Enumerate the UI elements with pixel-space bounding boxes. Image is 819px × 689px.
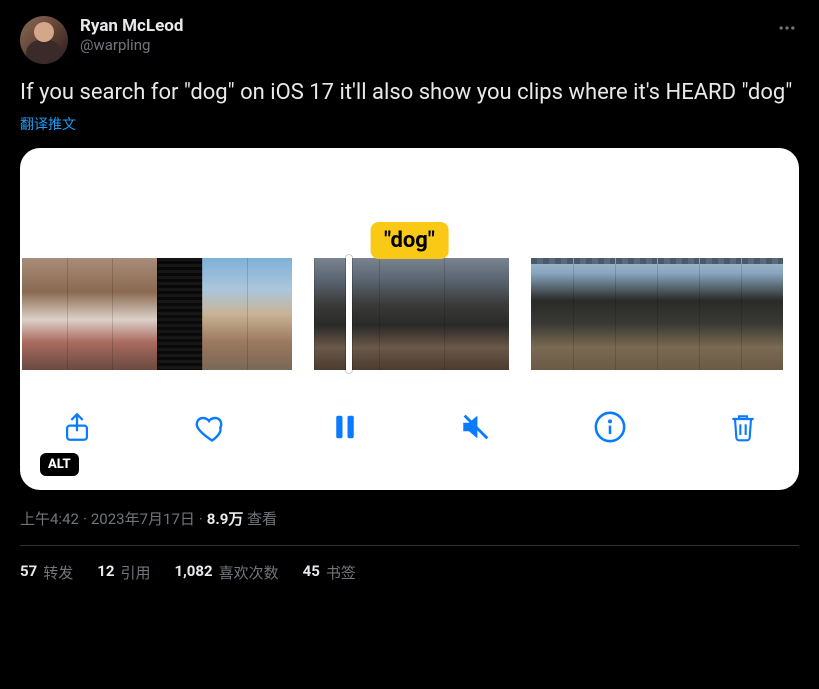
- share-icon[interactable]: [60, 410, 94, 444]
- thumbnail-frame: [741, 258, 783, 370]
- info-icon[interactable]: [593, 410, 627, 444]
- views-count[interactable]: 8.9万: [207, 510, 244, 528]
- views-label: 查看: [247, 510, 277, 528]
- clip-group-1: [22, 258, 292, 370]
- thumbnail-frame: [67, 258, 112, 370]
- bookmarks-count: 45: [303, 562, 320, 583]
- retweets-label: 转发: [43, 562, 73, 583]
- display-name: Ryan McLeod: [80, 16, 183, 36]
- thumbnail-frame: [531, 258, 573, 370]
- thumbnail-frame: [444, 258, 509, 370]
- retweets-count: 57: [20, 562, 37, 583]
- trash-icon[interactable]: [727, 411, 759, 443]
- clip-group-2: [314, 258, 509, 370]
- likes-stat[interactable]: 1,082 喜欢次数: [174, 562, 278, 583]
- tweet-header: Ryan McLeod @warpling: [20, 16, 799, 64]
- quotes-stat[interactable]: 12 引用: [97, 562, 150, 583]
- bookmarks-label: 书签: [326, 562, 356, 583]
- media-top-padding: [20, 148, 799, 222]
- alt-badge[interactable]: ALT: [40, 453, 79, 476]
- bookmarks-stat[interactable]: 45 书签: [303, 562, 356, 583]
- clip-group-3: [531, 258, 783, 370]
- mute-icon[interactable]: [459, 410, 493, 444]
- thumbnail-frame: [699, 258, 741, 370]
- media-attachment[interactable]: "dog": [20, 148, 799, 490]
- quotes-label: 引用: [120, 562, 150, 583]
- more-icon[interactable]: [777, 18, 797, 42]
- search-term-chip: "dog": [370, 222, 449, 259]
- quotes-count: 12: [97, 562, 114, 583]
- tweet-date[interactable]: 2023年7月17日: [91, 510, 195, 528]
- thumbnail-frame: [202, 258, 247, 370]
- likes-label: 喜欢次数: [219, 562, 279, 583]
- tweet-stats: 57 转发 12 引用 1,082 喜欢次数 45 书签: [20, 546, 799, 583]
- thumbnail-frame: [573, 258, 615, 370]
- thumbnail-frame: [615, 258, 657, 370]
- user-block[interactable]: Ryan McLeod @warpling: [80, 16, 183, 54]
- retweets-stat[interactable]: 57 转发: [20, 562, 73, 583]
- thumbnail-frame: [379, 258, 444, 370]
- tweet-container: Ryan McLeod @warpling If you search for …: [0, 0, 819, 599]
- thumbnail-frame: [112, 258, 157, 370]
- media-controls: [20, 370, 799, 490]
- tweet-time[interactable]: 上午4:42: [20, 510, 79, 528]
- avatar[interactable]: [20, 16, 68, 64]
- tweet-meta: 上午4:42·2023年7月17日·8.9万 查看: [20, 508, 799, 529]
- playhead-indicator[interactable]: [346, 255, 352, 373]
- thumbnail-frame: [22, 258, 67, 370]
- thumbnail-frame: [157, 258, 202, 370]
- pause-icon[interactable]: [330, 412, 360, 442]
- tweet-text: If you search for "dog" on iOS 17 it'll …: [20, 78, 799, 108]
- video-thumbnail-strip: [20, 258, 799, 370]
- translate-link[interactable]: 翻译推文: [20, 114, 799, 134]
- thumbnail-frame: [657, 258, 699, 370]
- likes-count: 1,082: [174, 562, 212, 583]
- thumbnail-frame: [247, 258, 292, 370]
- user-handle: @warpling: [80, 36, 183, 54]
- heart-icon[interactable]: [194, 409, 230, 445]
